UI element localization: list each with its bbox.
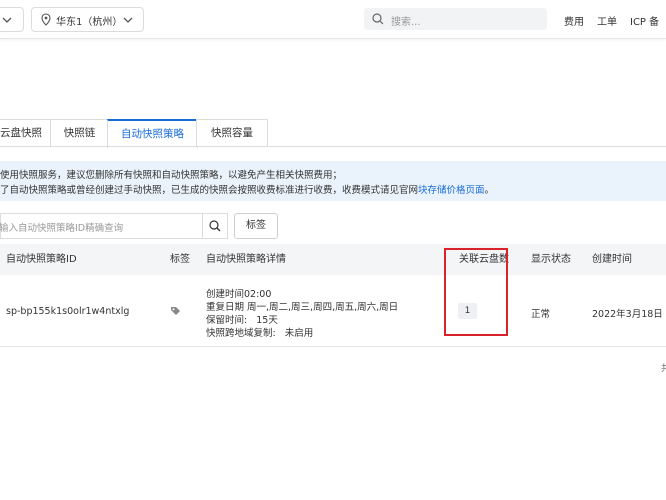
created-time-value: 2022年3月18日 1 (592, 309, 666, 320)
tag-icon[interactable] (170, 306, 181, 317)
policy-create-time: 创建时间02:00 (206, 289, 272, 300)
highlight-box (444, 248, 508, 336)
policy-cross-region-copy: 快照跨地域复制: 未启用 (206, 328, 314, 339)
search-icon (372, 13, 384, 25)
status-value: 正常 (531, 309, 551, 320)
row-divider (0, 346, 666, 347)
block-storage-price-link[interactable]: 块存储价格页面 (418, 185, 485, 196)
menu-selector[interactable] (0, 7, 24, 32)
tabs-divider (0, 146, 666, 147)
notice-line-1: 使用快照服务，建议您删除所有快照和自动快照策略，以避免产生相关快照费用； (0, 170, 343, 181)
region-selector[interactable]: 华东1（杭州） (31, 7, 144, 32)
policy-retention: 保留时间: 15天 (206, 315, 278, 326)
top-navigation-bar: 华东1（杭州） 搜索... 费用 工单 ICP 备 (0, 0, 666, 39)
notice-line-2-text: 了自动快照策略或曾经创建过手动快照，已生成的快照会按照收费标准进行收费，收费模式… (0, 185, 419, 196)
tab-disk-snapshots[interactable]: 云盘快照 (0, 119, 52, 147)
policy-id[interactable]: sp-bp155k1s0olr1w4ntxlg (6, 306, 129, 317)
column-header-status: 显示状态 (531, 254, 571, 265)
region-label: 华东1（杭州） (56, 17, 123, 28)
policy-search-placeholder: 输入自动快照策略ID精确查询 (0, 223, 124, 234)
policy-search-button[interactable] (202, 213, 228, 239)
tab-snapshot-chain[interactable]: 快照链 (50, 119, 109, 147)
tab-auto-snapshot-policy[interactable]: 自动快照策略 (107, 119, 198, 148)
nav-link-tickets[interactable]: 工单 (597, 13, 617, 28)
search-icon (209, 220, 221, 232)
policy-id-search-input[interactable]: 输入自动快照策略ID精确查询 (0, 213, 203, 239)
table-row: sp-bp155k1s0olr1w4ntxlg 创建时间02:00 重复日期 周… (0, 275, 666, 346)
chevron-down-icon (123, 17, 133, 23)
info-notice: 使用快照服务，建议您删除所有快照和自动快照策略，以避免产生相关快照费用； 了自动… (0, 161, 666, 201)
notice-line-2: 了自动快照策略或曾经创建过手动快照，已生成的快照会按照收费标准进行收费，收费模式… (0, 182, 494, 196)
nav-link-billing[interactable]: 费用 (564, 13, 584, 28)
table-header: 自动快照策略ID 标签 自动快照策略详情 关联云盘数 显示状态 创建时间 (0, 244, 666, 275)
chevron-down-icon (2, 17, 12, 23)
policy-repeat-days: 重复日期 周一,周二,周三,周四,周五,周六,周日 (206, 302, 399, 313)
search-placeholder: 搜索... (391, 17, 421, 28)
location-pin-icon (41, 13, 51, 26)
column-header-policy-details: 自动快照策略详情 (206, 254, 286, 265)
tab-snapshot-capacity[interactable]: 快照容量 (196, 119, 268, 147)
nav-link-icp[interactable]: ICP 备 (630, 13, 659, 28)
tag-filter-button[interactable]: 标签 (234, 213, 278, 239)
column-header-policy-id: 自动快照策略ID (6, 254, 77, 265)
column-header-created-time: 创建时间 (592, 254, 632, 265)
pagination-total: 共 (661, 364, 666, 374)
global-search-input[interactable]: 搜索... (364, 8, 547, 30)
column-header-tags: 标签 (170, 254, 190, 265)
notice-line-2-end: 。 (484, 185, 495, 196)
